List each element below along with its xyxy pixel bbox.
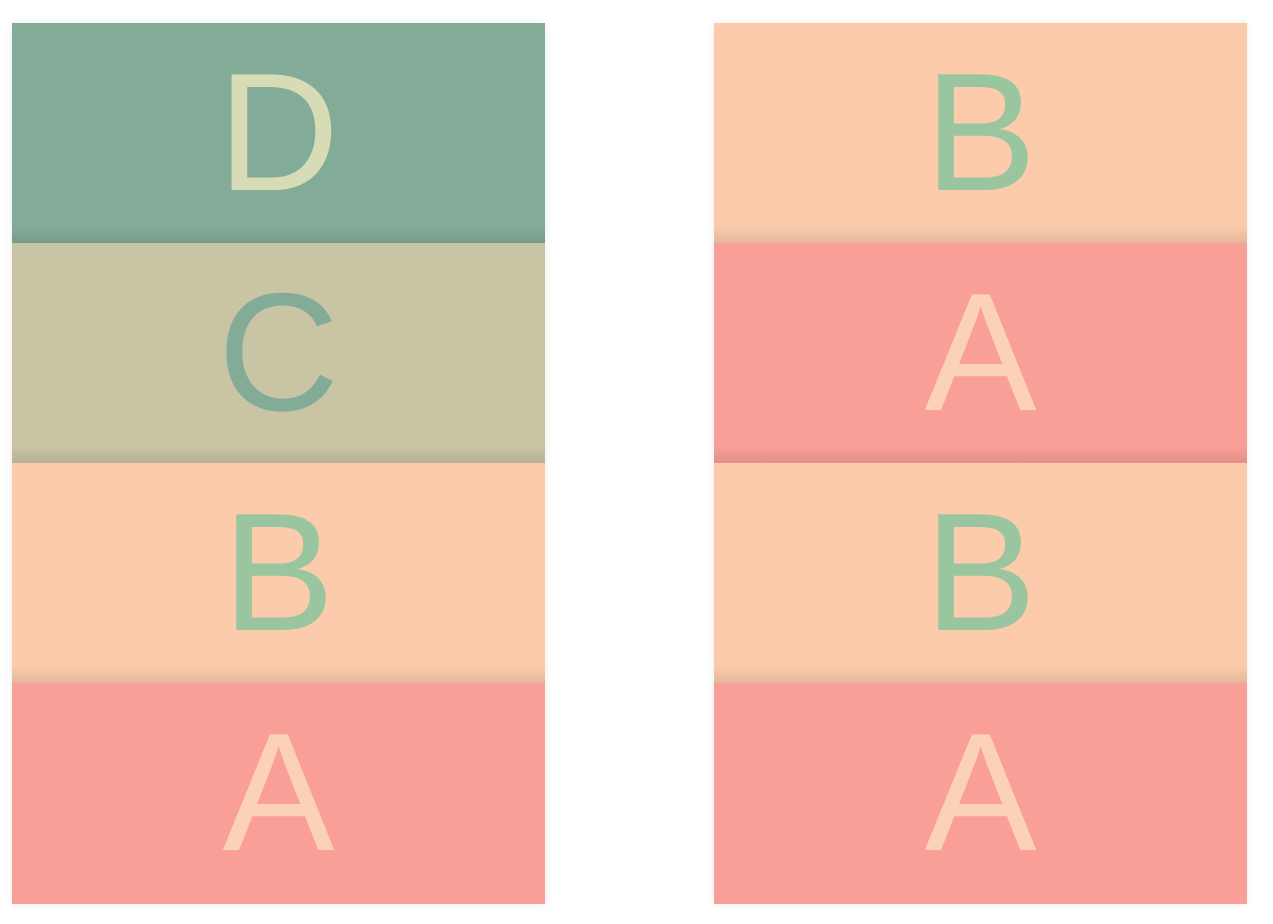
block-letter: B xyxy=(924,37,1037,226)
block-right-2: A xyxy=(714,243,1247,464)
block-left-4: A xyxy=(12,683,545,904)
block-letter: A xyxy=(924,697,1037,886)
block-left-2: C xyxy=(12,243,545,464)
block-letter: C xyxy=(217,257,340,446)
block-left-3: B xyxy=(12,463,545,684)
block-letter: B xyxy=(924,477,1037,666)
block-letter: A xyxy=(924,257,1037,446)
block-left-1: D xyxy=(12,23,545,244)
stack-left: D C B A xyxy=(12,23,545,904)
block-letter: A xyxy=(222,697,335,886)
block-right-4: A xyxy=(714,683,1247,904)
block-right-3: B xyxy=(714,463,1247,684)
block-right-1: B xyxy=(714,23,1247,244)
block-letter: D xyxy=(217,37,340,226)
stack-right: B A B A xyxy=(714,23,1247,904)
block-letter: B xyxy=(222,477,335,666)
